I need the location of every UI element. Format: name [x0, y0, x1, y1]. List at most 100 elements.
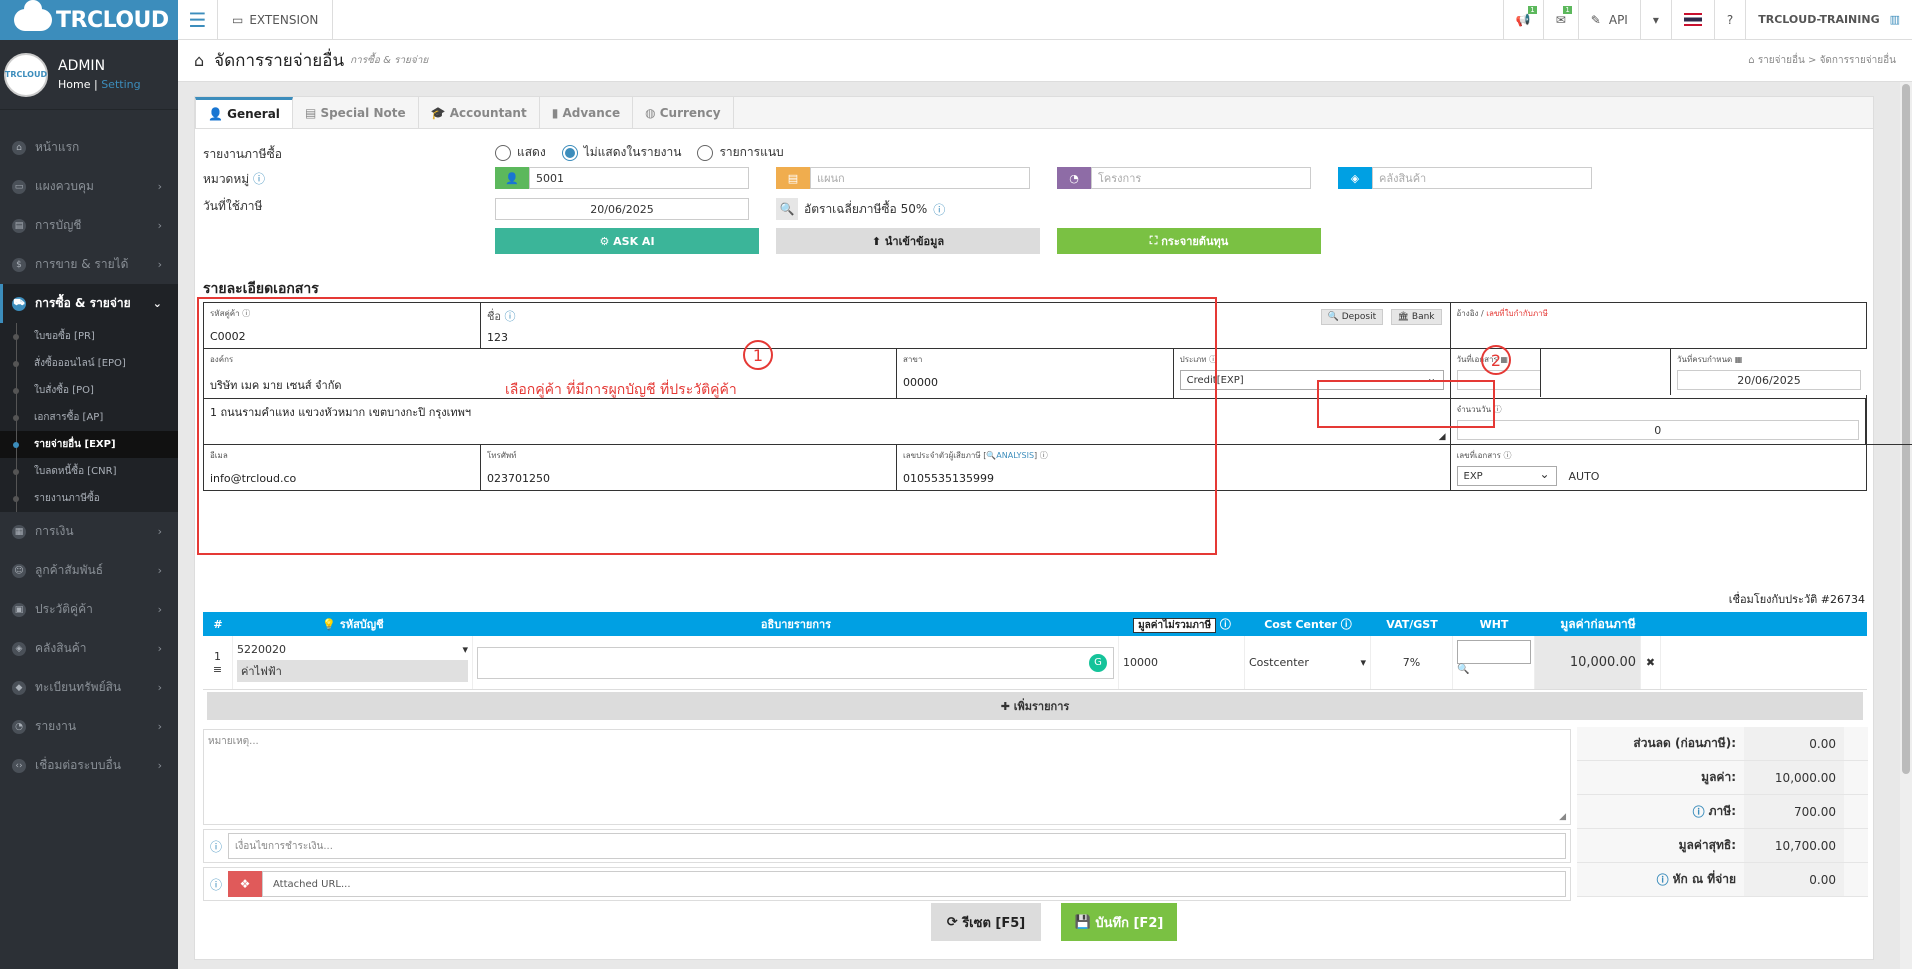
menu-item-assets[interactable]: ◆ ทะเบียนทรัพย์สิน ›: [0, 668, 178, 707]
category-label: หมวดหมู่ ⓘ: [203, 172, 266, 186]
submenu-po[interactable]: ใบสั่งซื้อ [PO]: [0, 377, 178, 404]
org-name[interactable]: TRCLOUD-TRAINING ▥: [1745, 0, 1912, 40]
vat-field[interactable]: 7%: [1371, 636, 1453, 689]
extension-button[interactable]: ▭ EXTENSION: [218, 0, 334, 40]
home-link[interactable]: Home: [58, 78, 90, 91]
distribute-cost-button[interactable]: ⛶ กระจายต้นทุน: [1057, 228, 1321, 254]
tab-currency[interactable]: ◍ Currency: [633, 97, 734, 128]
menu-item-reports[interactable]: ◔ รายงาน ›: [0, 707, 178, 746]
chevron-right-icon: ›: [157, 219, 162, 232]
wht-input[interactable]: [1456, 640, 1531, 664]
save-button[interactable]: 💾 บันทึก [F2]: [1061, 903, 1177, 941]
ask-ai-button[interactable]: ⚙ ASK AI: [495, 228, 759, 254]
menu-item-sales[interactable]: $ การขาย & รายได้ ›: [0, 245, 178, 284]
menu-item-partner[interactable]: ▣ ประวัติคู่ค้า ›: [0, 590, 178, 629]
submenu-pr[interactable]: ใบขอซื้อ [PR]: [0, 323, 178, 350]
submenu-ap[interactable]: เอกสารซื้อ [AP]: [0, 404, 178, 431]
category-input[interactable]: 5001: [529, 167, 749, 189]
bank-button[interactable]: 🏛 Bank: [1390, 309, 1442, 325]
setting-link[interactable]: Setting: [101, 78, 140, 91]
page-subtitle: การซื้อ & รายจ่าย: [350, 55, 429, 66]
menu-item-dashboard[interactable]: ▭ แผงควบคุม ›: [0, 167, 178, 206]
add-row-button[interactable]: ✚ เพิ่มรายการ: [207, 692, 1863, 720]
menu-item-integrations[interactable]: ‹› เชื่อมต่อระบบอื่น ›: [0, 746, 178, 785]
help-icon[interactable]: ?: [1713, 0, 1745, 40]
description-input[interactable]: G: [477, 646, 1114, 679]
discount-label: ส่วนลด (ก่อนภาษี):: [1577, 727, 1744, 760]
days-input[interactable]: 0: [1456, 420, 1859, 440]
history-link[interactable]: เชื่อมโยงกับประวัติ #26734: [1729, 590, 1865, 608]
info-icon: ⓘ: [209, 877, 222, 892]
caret-down-icon[interactable]: ▾: [1639, 0, 1671, 40]
chevron-right-icon: ›: [157, 759, 162, 772]
radio-hide[interactable]: ไม่แสดงในรายงาน: [561, 143, 681, 162]
chevron-right-icon: ›: [157, 525, 162, 538]
account-select[interactable]: 5220020 ▾: [237, 643, 468, 656]
wht-value: 0.00: [1744, 863, 1844, 896]
user-icon[interactable]: 👤: [495, 167, 529, 189]
tab-advance[interactable]: ▮ Advance: [540, 97, 634, 128]
lightbulb-icon: 💡 รหัสบัญชี: [322, 618, 384, 631]
import-button[interactable]: ⬆ นำเข้าข้อมูล: [776, 228, 1040, 254]
api-button[interactable]: ✎ API: [1577, 0, 1640, 40]
chevron-right-icon: ›: [157, 720, 162, 733]
menu-toggle-icon[interactable]: ☰: [178, 0, 218, 40]
warehouse-input[interactable]: คลังสินค้า: [1372, 167, 1592, 189]
account-name: ค่าไฟฟ้า: [237, 660, 468, 682]
mail-icon[interactable]: ✉ 1: [1542, 0, 1578, 40]
building-icon: ▥: [1889, 13, 1900, 26]
radio-attach[interactable]: รายการแนบ: [697, 143, 784, 162]
thai-flag-icon[interactable]: [1670, 0, 1714, 40]
delete-row-icon[interactable]: ✖: [1641, 636, 1661, 689]
pie-icon[interactable]: ◔: [1057, 167, 1091, 189]
cube-icon[interactable]: ◈: [1338, 167, 1372, 189]
submenu-epo[interactable]: สั่งซื้อออนไลน์ [EPO]: [0, 350, 178, 377]
remark-textarea[interactable]: หมายเหตุ... ◢: [203, 729, 1571, 825]
tax-invoice-link[interactable]: เลขที่ใบกำกับภาษี: [1486, 309, 1548, 318]
amount-input[interactable]: 10000: [1119, 636, 1245, 689]
tax-label: ภาษี:: [1708, 804, 1736, 818]
price-mode-select[interactable]: มูลค่าไม่รวมภาษี: [1133, 617, 1217, 633]
grammarly-icon: G: [1089, 653, 1107, 672]
tax-date-input[interactable]: 20/06/2025: [495, 198, 749, 220]
chevron-right-icon: ›: [157, 681, 162, 694]
cost-center-select[interactable]: Costcenter ▾: [1245, 636, 1371, 689]
due-date-input[interactable]: 20/06/2025: [1677, 370, 1861, 390]
docno-prefix-select[interactable]: EXP: [1456, 466, 1557, 486]
menu-item-finance[interactable]: ▦ การเงิน ›: [0, 512, 178, 551]
search-icon[interactable]: 🔍: [776, 198, 798, 220]
tab-special-note[interactable]: ▤ Special Note: [293, 97, 419, 128]
page-header: ⌂ จัดการรายจ่ายอื่น การซื้อ & รายจ่าย ⌂ …: [178, 40, 1912, 82]
menu-item-purchase[interactable]: ⛟ การซื้อ & รายจ่าย ⌄: [0, 284, 178, 323]
drag-handle-icon[interactable]: ≡: [213, 663, 222, 676]
list-icon[interactable]: ▤: [776, 167, 810, 189]
reset-button[interactable]: ⟳ รีเซต [F5]: [931, 903, 1041, 941]
tab-accountant[interactable]: 🎓 Accountant: [419, 97, 540, 128]
breadcrumb[interactable]: ⌂ รายจ่ายอื่น > จัดการรายจ่ายอื่น: [1748, 53, 1896, 68]
search-icon[interactable]: 🔍: [1457, 664, 1469, 675]
submenu-exp[interactable]: รายจ่ายอื่น [EXP]: [0, 431, 178, 458]
department-input[interactable]: แผนก: [810, 167, 1030, 189]
users-icon: ☺: [12, 563, 26, 578]
docno-value: AUTO: [1568, 469, 1600, 483]
book-icon: ▤: [12, 218, 26, 233]
payment-terms-input[interactable]: เงื่อนไขการชำระเงิน...: [228, 833, 1566, 859]
menu-item-inventory[interactable]: ◈ คลังสินค้า ›: [0, 629, 178, 668]
menu-item-home[interactable]: ⌂ หน้าแรก: [0, 128, 178, 167]
tab-general[interactable]: 👤 General: [195, 97, 293, 128]
submenu-cnr[interactable]: ใบลดหนี้ซื้อ [CNR]: [0, 458, 178, 485]
deposit-button[interactable]: 🔍 Deposit: [1320, 309, 1384, 325]
radio-show[interactable]: แสดง: [495, 143, 546, 162]
dropbox-icon[interactable]: ❖: [228, 871, 262, 897]
info-icon: ⓘ: [209, 839, 222, 854]
menu-item-crm[interactable]: ☺ ลูกค้าสัมพันธ์ ›: [0, 551, 178, 590]
code-icon: ‹›: [12, 758, 26, 773]
attached-url-input[interactable]: Attached URL...: [262, 871, 1566, 897]
menu-item-accounting[interactable]: ▤ การบัญชี ›: [0, 206, 178, 245]
logo[interactable]: TRCLOUD: [0, 0, 178, 40]
project-input[interactable]: โครงการ: [1091, 167, 1311, 189]
chevron-down-icon: ⌄: [152, 297, 162, 310]
scrollbar[interactable]: [1900, 82, 1912, 969]
submenu-tax-report[interactable]: รายงานภาษีซื้อ: [0, 485, 178, 512]
megaphone-icon[interactable]: 📢 1: [1502, 0, 1543, 40]
